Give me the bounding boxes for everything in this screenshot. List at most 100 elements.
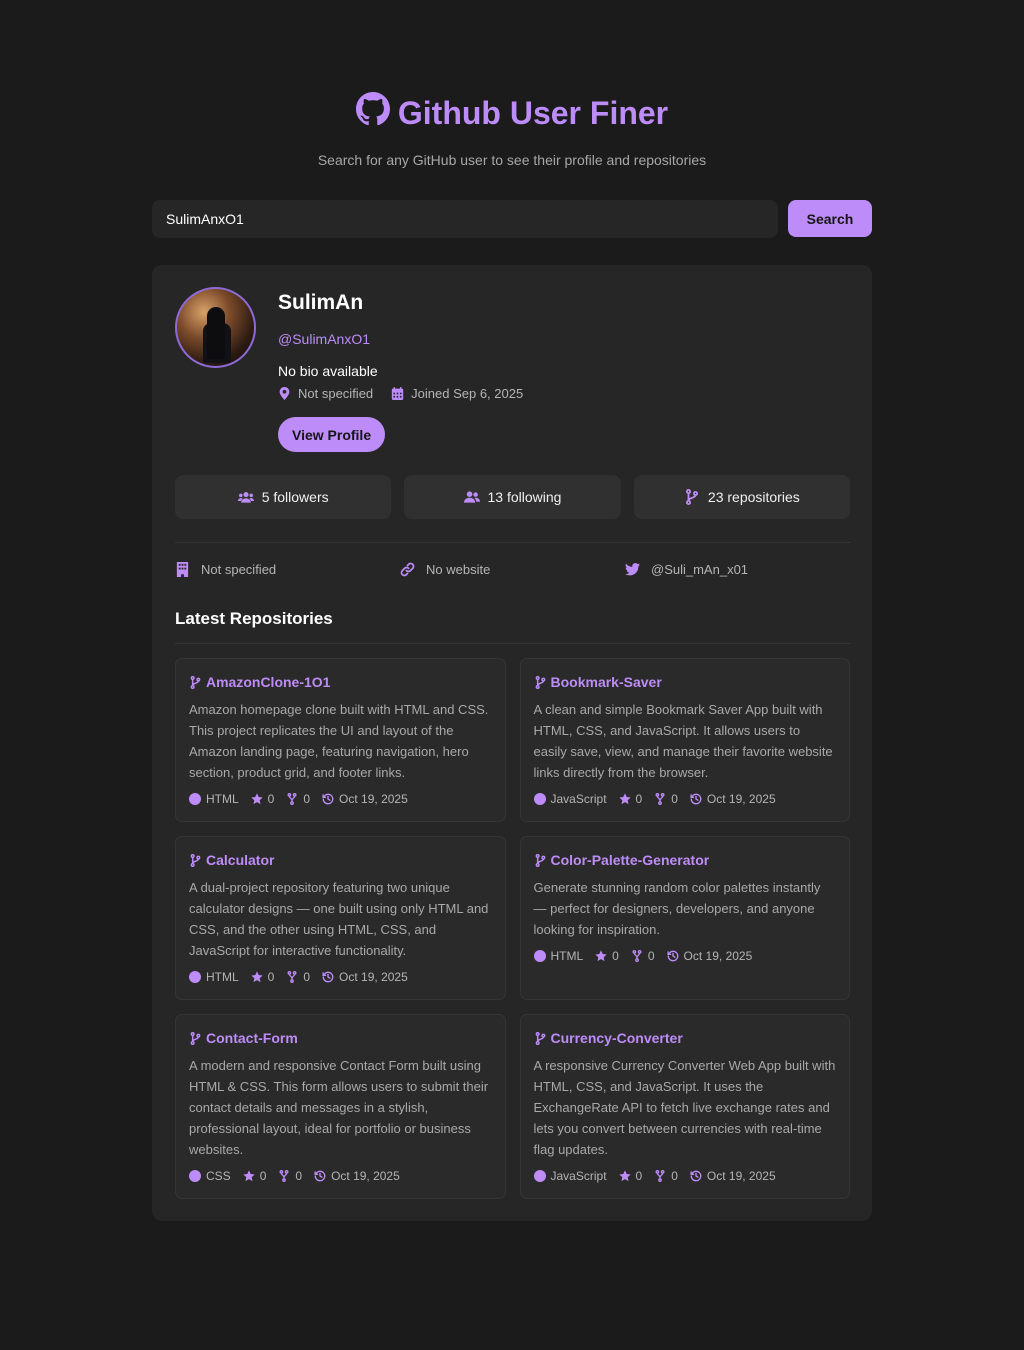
repo-language-text: HTML — [206, 792, 239, 806]
star-icon — [595, 950, 607, 962]
history-icon — [314, 1170, 326, 1182]
page-subtitle: Search for any GitHub user to see their … — [317, 152, 707, 168]
repo-updated-date: Oct 19, 2025 — [706, 792, 776, 806]
language-dot — [533, 1170, 546, 1182]
repo-updated: Oct 19, 2025 — [322, 792, 408, 806]
language-dot — [533, 950, 546, 962]
avatar — [175, 287, 256, 368]
repo-stars: 0 — [243, 1169, 266, 1183]
repo-name[interactable]: Currency-Converter — [551, 1030, 683, 1046]
profile-info: SulimAn @SulimAnxO1 No bio available Not… — [278, 287, 523, 452]
repo-updated: Oct 19, 2025 — [690, 1169, 776, 1183]
repo-forks: 0 — [654, 792, 678, 806]
repo-name-row: Bookmark-Saver — [534, 674, 837, 690]
repo-stars: 0 — [251, 792, 275, 806]
repo-description: Generate stunning random color palettes … — [533, 880, 821, 937]
repo-stars-count: 0 — [267, 792, 275, 806]
repo-updated: Oct 19, 2025 — [314, 1169, 400, 1183]
star-icon — [618, 1170, 631, 1182]
fork-icon — [286, 971, 298, 983]
twitter-text[interactable]: @Suli_mAn_x01 — [651, 562, 748, 577]
repo-name[interactable]: Bookmark-Saver — [551, 674, 662, 690]
divider — [175, 643, 850, 644]
company-item: Not specified — [175, 562, 400, 577]
repo-name[interactable]: AmazonClone-1O1 — [206, 674, 330, 690]
repo-language-text: HTML — [550, 949, 584, 963]
repo-name[interactable]: Color-Palette-Generator — [551, 852, 710, 868]
code-branch-icon — [534, 1031, 547, 1045]
repo-forks: 0 — [631, 949, 655, 963]
repo-meta: CSS 0 0 Oct 19, 2025 — [189, 1169, 492, 1183]
profile-header: SulimAn @SulimAnxO1 No bio available Not… — [175, 287, 850, 452]
header: Github User Finer Search for any GitHub … — [152, 92, 872, 168]
repo-name-row: Calculator — [189, 852, 492, 868]
fork-icon — [278, 1170, 290, 1182]
repo-description: A responsive Currency Converter Web App … — [533, 1058, 836, 1157]
divider — [175, 542, 850, 543]
repo-forks: 0 — [654, 1169, 678, 1183]
history-icon — [690, 793, 702, 805]
user-bio: No bio available — [278, 363, 378, 379]
repo-name-row: Color-Palette-Generator — [534, 852, 837, 868]
view-profile-button[interactable]: View Profile — [278, 417, 386, 452]
repo-forks: 0 — [286, 792, 310, 806]
code-branch-icon — [189, 675, 202, 689]
fork-icon — [654, 1170, 666, 1182]
fork-icon — [286, 793, 298, 805]
repo-language: JavaScript — [533, 792, 607, 806]
repo-name[interactable]: Contact-Form — [206, 1030, 298, 1046]
code-branch-icon — [189, 853, 202, 867]
user-friends-icon — [463, 489, 480, 505]
code-branch-icon — [534, 853, 547, 867]
repo-forks-count: 0 — [303, 792, 311, 806]
star-icon — [243, 1170, 255, 1182]
fork-icon — [631, 950, 643, 962]
profile-meta: Not specified Joined Sep 6, 2025 — [278, 386, 523, 401]
following-count: 13 following — [487, 489, 562, 505]
history-icon — [322, 793, 334, 805]
twitter-item: @Suli_mAn_x01 — [625, 562, 850, 577]
repo-card[interactable]: Calculator A dual-project repository fea… — [175, 836, 506, 1000]
repo-name[interactable]: Calculator — [206, 852, 274, 868]
repo-stars-count: 0 — [635, 1169, 643, 1183]
repo-meta: JavaScript 0 0 Oct 19, 2025 — [533, 792, 837, 806]
language-dot — [189, 793, 201, 805]
repo-updated-date: Oct 19, 2025 — [331, 1169, 400, 1183]
users-icon — [237, 489, 254, 505]
repo-card[interactable]: Contact-Form A modern and responsive Con… — [175, 1014, 506, 1199]
calendar-icon — [391, 387, 404, 400]
repo-description: A modern and responsive Contact Form bui… — [189, 1058, 489, 1157]
repo-card[interactable]: Color-Palette-Generator Generate stunnin… — [519, 836, 850, 1000]
repo-language-text: JavaScript — [550, 1169, 607, 1183]
repo-description: Amazon homepage clone built with HTML an… — [189, 702, 489, 780]
repo-language: CSS — [189, 1169, 231, 1183]
repo-updated-date: Oct 19, 2025 — [706, 1169, 776, 1183]
user-login[interactable]: @SulimAnxO1 — [278, 331, 523, 347]
repo-meta: JavaScript 0 0 Oct 19, 2025 — [533, 1169, 837, 1183]
code-branch-icon — [534, 675, 547, 689]
repo-language-text: CSS — [206, 1169, 231, 1183]
search-button[interactable]: Search — [788, 200, 872, 237]
code-branch-icon — [684, 489, 700, 505]
github-icon — [355, 92, 390, 134]
repo-card[interactable]: Bookmark-Saver A clean and simple Bookma… — [519, 658, 850, 822]
repo-card[interactable]: AmazonClone-1O1 Amazon homepage clone bu… — [175, 658, 506, 822]
repo-language: HTML — [533, 949, 584, 963]
repo-card[interactable]: Currency-Converter A responsive Currency… — [519, 1014, 850, 1199]
website-item: No website — [400, 562, 625, 577]
repo-forks: 0 — [286, 970, 310, 984]
history-icon — [322, 971, 334, 983]
search-bar: Search — [152, 200, 872, 238]
repo-forks-count: 0 — [671, 792, 678, 806]
twitter-icon — [625, 562, 640, 577]
repo-updated-date: Oct 19, 2025 — [683, 949, 753, 963]
repo-grid: AmazonClone-1O1 Amazon homepage clone bu… — [175, 658, 850, 1199]
repo-forks-count: 0 — [303, 970, 311, 984]
repo-stars-count: 0 — [635, 792, 643, 806]
repositories-count: 23 repositories — [707, 489, 800, 505]
map-pin-icon — [278, 387, 291, 400]
repo-forks: 0 — [278, 1169, 302, 1183]
search-input[interactable] — [152, 200, 778, 238]
repo-description: A dual-project repository featuring two … — [189, 880, 489, 958]
repo-forks-count: 0 — [295, 1169, 303, 1183]
